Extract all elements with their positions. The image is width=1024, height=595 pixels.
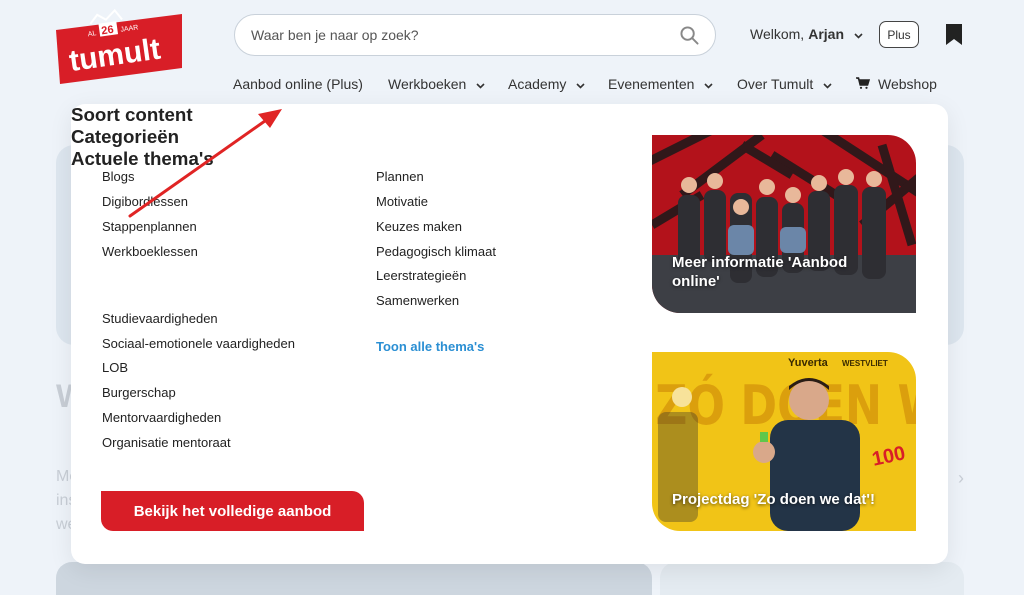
menu-link-studievaardigheden[interactable]: Studievaardigheden: [102, 311, 218, 326]
show-all-themes-link[interactable]: Toon alle thema's: [376, 339, 484, 354]
logo-badge-number: 26: [101, 24, 115, 38]
menu-link-plannen[interactable]: Plannen: [376, 169, 424, 184]
menu-link-sociaal-emotioneel[interactable]: Sociaal-emotionele vaardigheden: [102, 336, 295, 351]
logo-badge-prefix: AL: [87, 30, 97, 38]
promo-card-caption: Meer informatie 'Aanbod online': [672, 254, 848, 290]
search-bar[interactable]: [234, 14, 716, 56]
nav-item-academy[interactable]: Academy: [508, 76, 585, 92]
menu-link-lob[interactable]: LOB: [102, 360, 128, 375]
bookmark-icon[interactable]: [946, 24, 962, 45]
chevron-down-icon: [476, 76, 485, 92]
cart-icon: [856, 76, 871, 92]
nav-item-label: Over Tumult: [737, 76, 814, 92]
carousel-next-icon[interactable]: ›: [958, 468, 964, 489]
menu-link-blogs[interactable]: Blogs: [102, 169, 135, 184]
chevron-down-icon: [704, 76, 713, 92]
nav-item-label: Webshop: [878, 76, 937, 92]
promo-card-caption: Projectdag 'Zo doen we dat'!: [672, 491, 875, 508]
chevron-down-icon: [576, 76, 585, 92]
view-full-offer-button[interactable]: Bekijk het volledige aanbod: [101, 491, 364, 531]
menu-link-samenwerken[interactable]: Samenwerken: [376, 293, 459, 308]
promo-card-aanbod-online[interactable]: Meer informatie 'Aanbod online': [652, 135, 916, 313]
nav-item-over-tumult[interactable]: Over Tumult: [737, 76, 832, 92]
user-name: Arjan: [808, 26, 844, 42]
search-input[interactable]: [251, 27, 679, 43]
chevron-down-icon: [823, 76, 832, 92]
nav-item-label: Werkboeken: [388, 76, 467, 92]
nav-item-werkboeken[interactable]: Werkboeken: [388, 76, 485, 92]
chevron-down-icon: [854, 26, 863, 42]
menu-link-organisatie-mentoraat[interactable]: Organisatie mentoraat: [102, 435, 231, 450]
menu-link-werkboeklessen[interactable]: Werkboeklessen: [102, 244, 198, 259]
background-card: [56, 562, 652, 595]
tumult-logo[interactable]: tumult AL 26 JAAR: [54, 8, 186, 86]
menu-link-stappenplannen[interactable]: Stappenplannen: [102, 219, 197, 234]
background-card: [660, 562, 964, 595]
search-icon[interactable]: [679, 25, 699, 45]
poster-sub: WESTVLIET: [842, 359, 888, 368]
mega-menu-dropdown: Soort content Blogs Digibordlessen Stapp…: [71, 104, 948, 564]
menu-link-keuzes-maken[interactable]: Keuzes maken: [376, 219, 462, 234]
menu-link-leerstrategieen[interactable]: Leerstrategieën: [376, 268, 466, 283]
promo-card-projectdag[interactable]: ZÓ DOEN WE DAT! Yuverta WESTVLIET 100 Pr…: [652, 352, 916, 531]
menu-link-pedagogisch-klimaat[interactable]: Pedagogisch klimaat: [376, 244, 496, 259]
nav-item-label: Evenementen: [608, 76, 695, 92]
account-menu[interactable]: Welkom, Arjan: [750, 26, 863, 42]
menu-link-burgerschap[interactable]: Burgerschap: [102, 385, 176, 400]
content-types-heading: Soort content: [71, 104, 193, 125]
nav-item-evenementen[interactable]: Evenementen: [608, 76, 713, 92]
nav-item-webshop[interactable]: Webshop: [856, 76, 937, 92]
plus-badge[interactable]: Plus: [879, 21, 919, 48]
nav-item-label: Aanbod online (Plus): [233, 76, 363, 92]
menu-link-mentorvaardigheden[interactable]: Mentorvaardigheden: [102, 410, 221, 425]
menu-link-motivatie[interactable]: Motivatie: [376, 194, 428, 209]
menu-link-digibordlessen[interactable]: Digibordlessen: [102, 194, 188, 209]
poster-brand: Yuverta: [788, 357, 829, 369]
nav-item-label: Academy: [508, 76, 567, 92]
nav-item-aanbod-online[interactable]: Aanbod online (Plus): [233, 76, 363, 92]
welcome-greeting: Welkom,: [750, 26, 805, 42]
